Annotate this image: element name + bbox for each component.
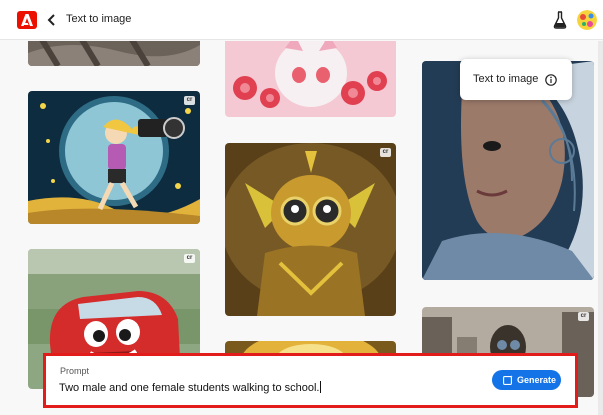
- gallery-scrollbar[interactable]: [598, 41, 603, 415]
- gallery-item-cartoon-photographer-girl[interactable]: cr: [28, 91, 200, 224]
- content-credentials-badge: cr: [184, 96, 195, 105]
- generate-button[interactable]: Generate: [492, 370, 561, 390]
- page-title: Text to image: [66, 13, 132, 25]
- prompt-bar: Prompt Two male and one female students …: [43, 353, 578, 408]
- content-credentials-badge: cr: [380, 148, 391, 157]
- tooltip-label: Text to image: [473, 73, 539, 85]
- prompt-input[interactable]: Two male and one female students walking…: [59, 381, 322, 394]
- top-bar: Text to image: [0, 0, 603, 40]
- gallery-item-pink-cat-with-flowers[interactable]: [225, 41, 396, 117]
- content-credentials-badge: cr: [578, 312, 589, 321]
- adobe-logo-icon[interactable]: [17, 11, 37, 29]
- generate-button-label: Generate: [517, 375, 557, 385]
- text-to-image-tooltip: Text to image: [460, 59, 572, 100]
- content-credentials-badge: cr: [184, 254, 195, 263]
- info-icon[interactable]: [545, 73, 557, 86]
- gallery-item-shadowed-feet[interactable]: [28, 41, 200, 66]
- generate-icon: [503, 375, 513, 385]
- text-caret: [320, 381, 322, 393]
- prompt-input-value: Two male and one female students walking…: [59, 382, 320, 394]
- user-avatar-icon[interactable]: [577, 10, 597, 30]
- chevron-left-icon[interactable]: [46, 12, 58, 28]
- prompt-label: Prompt: [60, 366, 90, 376]
- flask-icon[interactable]: [553, 11, 567, 29]
- gallery-item-golden-robot-character[interactable]: cr: [225, 143, 396, 316]
